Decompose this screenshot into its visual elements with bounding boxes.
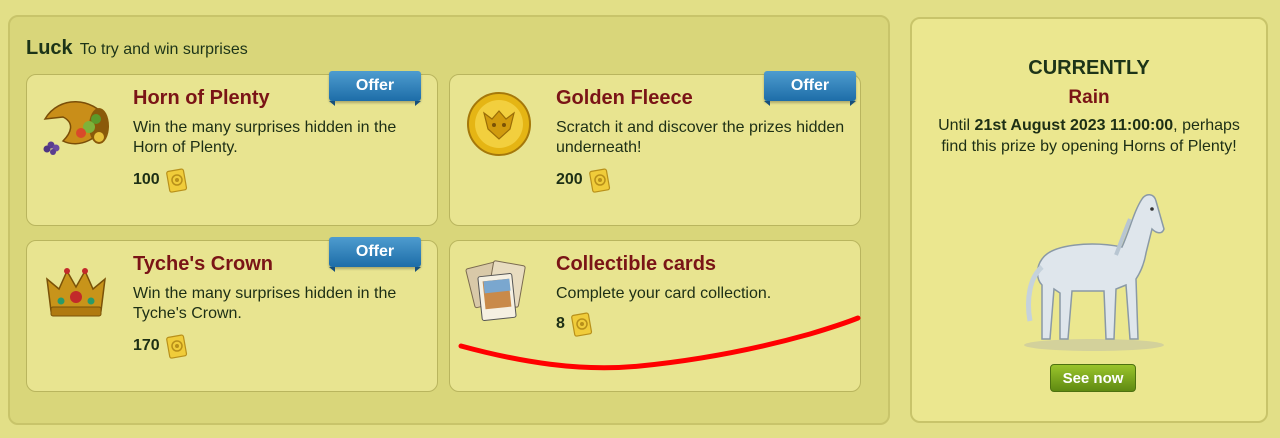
pass-ticket-icon: [165, 168, 187, 193]
golden-fleece-card[interactable]: Golden Fleece Scratch it and discover th…: [449, 71, 861, 226]
price-value: 200: [556, 171, 583, 188]
card-price: 100: [133, 167, 188, 193]
card-title: Tyche's Crown: [133, 253, 273, 275]
see-now-button[interactable]: See now: [1050, 364, 1136, 392]
card-price: 170: [133, 333, 188, 359]
card-title: Collectible cards: [556, 253, 717, 275]
card-description: Complete your card collection.: [556, 285, 772, 302]
white-horse-image: [1024, 194, 1165, 351]
cornucopia-icon: [43, 101, 109, 155]
crown-icon: [46, 268, 106, 317]
pass-ticket-icon: [571, 312, 592, 337]
card-description: Win the many surprises hidden in the Tyc…: [133, 285, 397, 322]
price-value: 100: [133, 171, 160, 188]
price-value: 8: [556, 315, 565, 332]
until-prefix: Until: [938, 117, 975, 134]
current-prize-panel: CURRENTLY Rain Until 21st August 2023 11…: [910, 17, 1268, 423]
card-title: Golden Fleece: [556, 87, 693, 109]
offer-ribbon: Offer: [329, 71, 421, 106]
card-price: 200: [556, 167, 611, 193]
pass-ticket-icon: [588, 168, 610, 193]
card-price: 8: [556, 311, 593, 337]
luck-panel: Luck To try and win surprises Horn of Pl…: [8, 15, 890, 425]
pass-ticket-icon: [165, 334, 187, 359]
price-value: 170: [133, 337, 160, 354]
luck-subtitle: To try and win surprises: [79, 41, 248, 58]
golden-fleece-icon: [467, 92, 531, 156]
tyches-crown-card[interactable]: Tyche's Crown Win the many surprises hid…: [26, 237, 438, 392]
card-description: Win the many surprises hidden in the Hor…: [133, 119, 397, 156]
luck-title: Luck: [26, 37, 73, 59]
current-weather: Rain: [1068, 87, 1110, 108]
card-title: Horn of Plenty: [133, 87, 270, 109]
current-heading: CURRENTLY: [1028, 57, 1150, 79]
luck-header: Luck To try and win surprises: [26, 37, 248, 60]
card-description: Scratch it and discover the prizes hidde…: [556, 119, 845, 156]
horn-of-plenty-card[interactable]: Horn of Plenty Win the many surprises hi…: [26, 71, 438, 226]
offer-ribbon: Offer: [329, 237, 421, 272]
cards-icon: [465, 260, 526, 321]
collectible-cards-card[interactable]: Collectible cards Complete your card col…: [449, 240, 861, 392]
current-description: Until 21st August 2023 11:00:00, perhaps…: [934, 115, 1244, 157]
until-date: 21st August 2023 11:00:00: [974, 117, 1174, 134]
offer-ribbon: Offer: [764, 71, 856, 106]
